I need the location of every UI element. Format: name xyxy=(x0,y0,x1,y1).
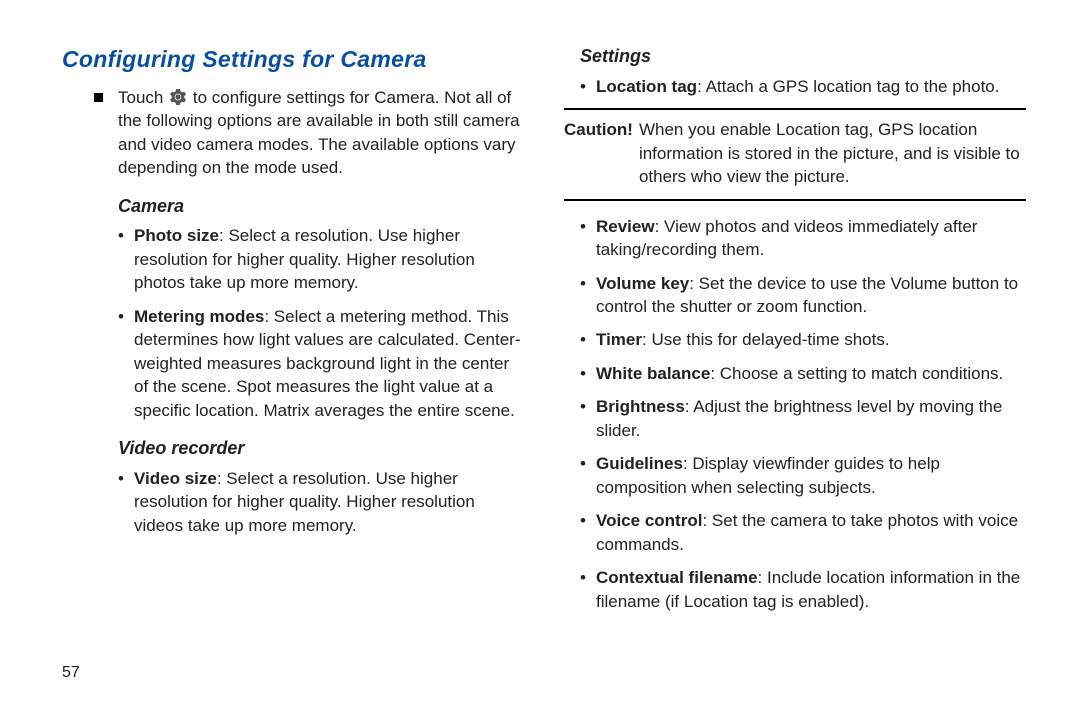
term: Location tag xyxy=(596,77,697,96)
caution-block: Caution! When you enable Location tag, G… xyxy=(564,108,1026,200)
list-item: Location tag: Attach a GPS location tag … xyxy=(580,75,1026,98)
term: Video size xyxy=(134,469,217,488)
desc: : Use this for delayed-time shots. xyxy=(642,330,890,349)
desc: : Attach a GPS location tag to the photo… xyxy=(697,77,999,96)
camera-heading: Camera xyxy=(118,194,524,219)
video-list: Video size: Select a resolution. Use hig… xyxy=(118,467,524,537)
caution-text: When you enable Location tag, GPS locati… xyxy=(639,118,1026,188)
list-item: Guidelines: Display viewfinder guides to… xyxy=(580,452,1026,499)
left-column: Configuring Settings for Camera Touch to… xyxy=(62,44,524,690)
list-item: Contextual filename: Include location in… xyxy=(580,566,1026,613)
term: Review xyxy=(596,217,655,236)
right-column: Settings Location tag: Attach a GPS loca… xyxy=(564,44,1026,690)
term: Voice control xyxy=(596,511,702,530)
list-item: Brightness: Adjust the brightness level … xyxy=(580,395,1026,442)
term: Photo size xyxy=(134,226,219,245)
list-item: Volume key: Set the device to use the Vo… xyxy=(580,272,1026,319)
intro-list: Touch to configure settings for Camera. … xyxy=(92,86,524,180)
page-title: Configuring Settings for Camera xyxy=(62,44,524,76)
page-number: 57 xyxy=(62,664,80,682)
manual-page: Configuring Settings for Camera Touch to… xyxy=(0,0,1080,720)
term: Brightness xyxy=(596,397,685,416)
desc: : Choose a setting to match conditions. xyxy=(710,364,1003,383)
term: Timer xyxy=(596,330,642,349)
term: White balance xyxy=(596,364,710,383)
term: Guidelines xyxy=(596,454,683,473)
camera-list: Photo size: Select a resolution. Use hig… xyxy=(118,224,524,422)
list-item: Review: View photos and videos immediate… xyxy=(580,215,1026,262)
term: Metering modes xyxy=(134,307,264,326)
intro-prefix: Touch xyxy=(118,88,163,107)
settings-heading: Settings xyxy=(580,44,1026,69)
term: Volume key xyxy=(596,274,689,293)
video-heading: Video recorder xyxy=(118,436,524,461)
gear-icon xyxy=(169,88,187,106)
intro-item: Touch to configure settings for Camera. … xyxy=(92,86,524,180)
list-item: Video size: Select a resolution. Use hig… xyxy=(118,467,524,537)
list-item: Photo size: Select a resolution. Use hig… xyxy=(118,224,524,294)
list-item: White balance: Choose a setting to match… xyxy=(580,362,1026,385)
term: Contextual filename xyxy=(596,568,758,587)
caution-label: Caution! xyxy=(564,118,639,188)
list-item: Timer: Use this for delayed-time shots. xyxy=(580,328,1026,351)
settings-top-list: Location tag: Attach a GPS location tag … xyxy=(580,75,1026,98)
settings-list: Review: View photos and videos immediate… xyxy=(580,215,1026,613)
list-item: Metering modes: Select a metering method… xyxy=(118,305,524,422)
list-item: Voice control: Set the camera to take ph… xyxy=(580,509,1026,556)
